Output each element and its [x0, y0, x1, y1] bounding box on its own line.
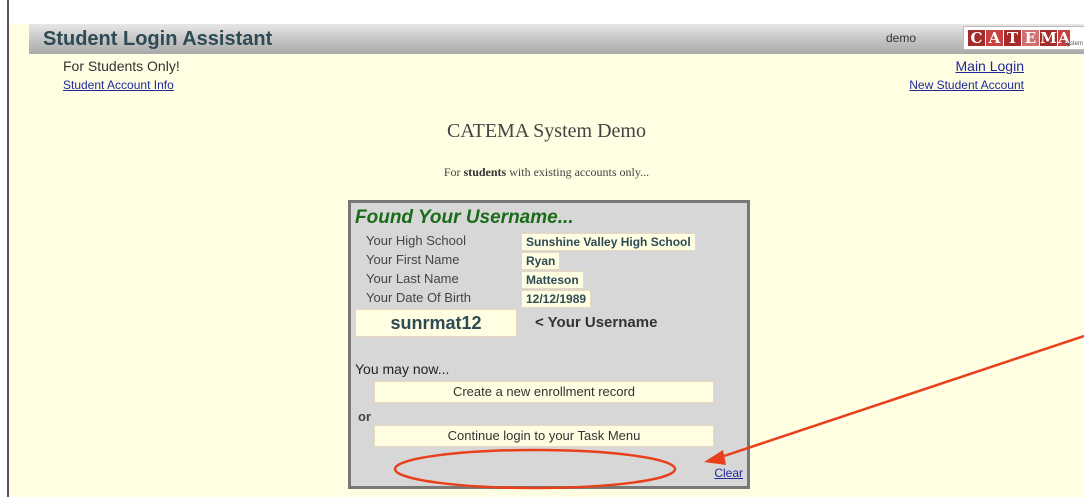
high-school-value: Sunshine Valley High School: [521, 233, 696, 251]
subtitle-prefix: For: [443, 165, 464, 179]
clear-link[interactable]: Clear: [714, 466, 743, 480]
new-student-account-link[interactable]: New Student Account: [909, 78, 1024, 92]
header-bar: Student Login Assistant demo C A T E M A…: [29, 24, 1084, 54]
main-login-link[interactable]: Main Login: [956, 58, 1025, 74]
last-name-value: Matteson: [521, 271, 584, 289]
create-enrollment-button[interactable]: Create a new enrollment record: [374, 381, 714, 403]
students-only-notice: For Students Only!: [63, 58, 180, 74]
dob-label: Your Date Of Birth: [366, 290, 472, 305]
logo-letter: T: [1004, 30, 1021, 46]
logo-letter: A: [986, 30, 1003, 46]
panel-heading: Found Your Username...: [355, 207, 574, 228]
dob-value: 12/12/1989: [521, 290, 592, 308]
may-now-label: You may now...: [355, 361, 450, 377]
current-user: demo: [886, 31, 917, 45]
page-subtitle: For students with existing accounts only…: [9, 165, 1084, 180]
page-title: CATEMA System Demo: [447, 120, 646, 142]
student-account-info-link[interactable]: Student Account Info: [63, 78, 174, 92]
logo-subtitle: System: [1062, 41, 1083, 47]
last-name-label: Your Last Name: [366, 271, 459, 286]
or-label: or: [358, 409, 371, 424]
high-school-label: Your High School: [366, 233, 466, 248]
logo-letter: C: [968, 30, 985, 46]
page-background: Student Login Assistant demo C A T E M A…: [9, 24, 1084, 497]
first-name-label: Your First Name: [366, 252, 460, 267]
continue-login-button[interactable]: Continue login to your Task Menu: [374, 425, 714, 447]
username-display: sunrmat12: [355, 309, 517, 337]
app-title: Student Login Assistant: [43, 28, 273, 50]
username-panel: Found Your Username... Your High School …: [348, 200, 750, 489]
logo-letter: E: [1022, 30, 1039, 46]
catema-logo: C A T E M A System: [963, 26, 1084, 50]
first-name-value: Ryan: [521, 252, 561, 270]
username-hint: < Your Username: [535, 314, 658, 331]
logo-letter: M: [1040, 29, 1057, 47]
subtitle-suffix: with existing accounts only...: [506, 165, 650, 179]
subtitle-bold: students: [463, 165, 507, 179]
